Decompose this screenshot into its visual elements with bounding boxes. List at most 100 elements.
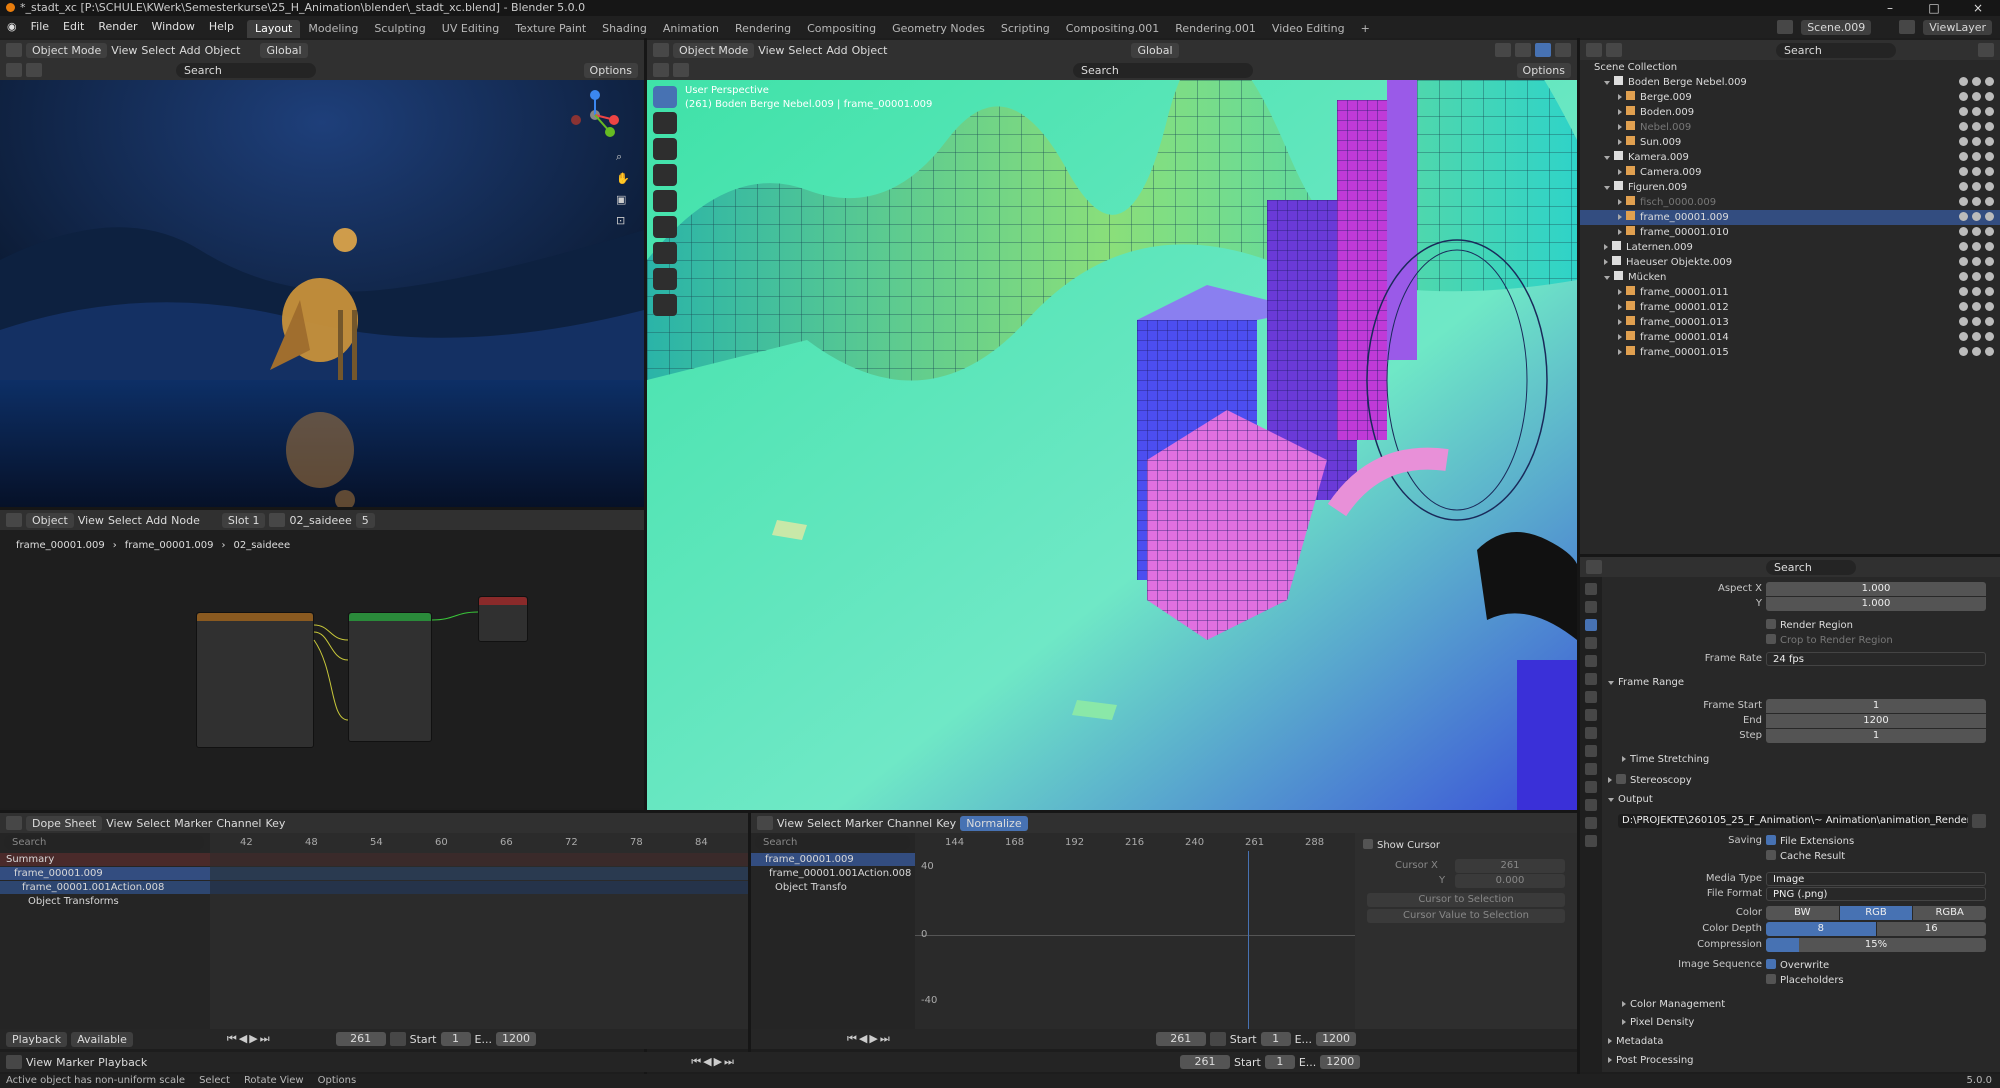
select-icon[interactable] bbox=[1959, 77, 1968, 86]
camera-icon[interactable] bbox=[1985, 122, 1994, 131]
node-canvas[interactable]: frame_00001.009 › frame_00001.009 › 02_sai… bbox=[0, 530, 644, 808]
outliner-row[interactable]: Kamera.009 bbox=[1580, 150, 2000, 165]
cache-result-checkbox[interactable]: Cache Result bbox=[1766, 850, 1845, 862]
timeline-start-field[interactable]: 1 bbox=[1264, 1055, 1295, 1069]
editor-type-icon[interactable] bbox=[1586, 560, 1602, 574]
ds-menu-channel[interactable]: Channel bbox=[216, 817, 261, 830]
xray-icon[interactable] bbox=[1515, 43, 1531, 57]
timeline-frame-field[interactable]: 261 bbox=[1179, 1055, 1230, 1069]
node-menu-select[interactable]: Select bbox=[108, 514, 142, 527]
color-rgb-button[interactable]: RGB bbox=[1839, 906, 1913, 920]
output-tab-icon[interactable] bbox=[1585, 619, 1597, 631]
workspace-tab[interactable]: Texture Paint bbox=[507, 20, 594, 38]
disclosure-icon[interactable] bbox=[1618, 214, 1622, 220]
disclosure-icon[interactable] bbox=[1604, 81, 1610, 85]
world-tab-icon[interactable] bbox=[1585, 673, 1597, 685]
frame-range-panel[interactable]: Frame Range bbox=[1608, 677, 1684, 688]
view-layer-tab-icon[interactable] bbox=[1585, 637, 1597, 649]
outliner-row[interactable]: frame_00001.009 bbox=[1580, 210, 2000, 225]
outliner-row[interactable]: Mücken bbox=[1580, 270, 2000, 285]
shading-solid-icon[interactable] bbox=[1535, 43, 1551, 57]
main-options-button[interactable]: Options bbox=[1516, 62, 1571, 78]
move-tool-icon[interactable] bbox=[653, 138, 677, 160]
disclosure-icon[interactable] bbox=[1618, 169, 1622, 175]
maximize-icon[interactable]: □ bbox=[1912, 0, 1956, 16]
particles-tab-icon[interactable] bbox=[1585, 745, 1597, 757]
ds-menu-select[interactable]: Select bbox=[136, 817, 170, 830]
menu-edit[interactable]: Edit bbox=[56, 16, 91, 38]
graph-action-channel[interactable]: frame_00001.001Action.008 bbox=[751, 867, 915, 880]
close-icon[interactable]: × bbox=[1956, 0, 2000, 16]
graph-menu-select[interactable]: Select bbox=[807, 817, 841, 830]
menu-help[interactable]: Help bbox=[202, 16, 241, 38]
workspace-tab[interactable]: Rendering bbox=[727, 20, 799, 38]
cursor-x-field[interactable]: 261 bbox=[1455, 859, 1565, 873]
main-search-input[interactable]: Search bbox=[1073, 62, 1253, 78]
lock-icon[interactable]: ⊡ bbox=[616, 214, 630, 227]
tl-menu-view[interactable]: View bbox=[26, 1056, 52, 1069]
main-orientation-dropdown[interactable]: Global bbox=[1131, 42, 1179, 58]
output-path-field[interactable]: D:\PROJEKTE\260105_25_F_Animation\~ Anim… bbox=[1618, 814, 1968, 828]
disclosure-icon[interactable] bbox=[1604, 156, 1610, 160]
editor-type-icon[interactable] bbox=[6, 513, 22, 527]
eye-icon[interactable] bbox=[1972, 137, 1981, 146]
disclosure-icon[interactable] bbox=[1604, 259, 1608, 265]
scene-name[interactable]: Scene.009 bbox=[1801, 19, 1872, 35]
eye-icon[interactable] bbox=[1972, 92, 1981, 101]
add-cube-tool-icon[interactable] bbox=[653, 294, 677, 316]
main-menu-select[interactable]: Select bbox=[788, 44, 822, 57]
eye-icon[interactable] bbox=[1972, 152, 1981, 161]
left-menu-object[interactable]: Object bbox=[205, 44, 241, 57]
camera-icon[interactable] bbox=[1985, 272, 1994, 281]
graph-search-input[interactable]: Search bbox=[755, 835, 910, 850]
select-icon[interactable] bbox=[1959, 347, 1968, 356]
workspace-tab[interactable]: Video Editing bbox=[1264, 20, 1353, 38]
select-icon[interactable] bbox=[1959, 242, 1968, 251]
playback-menu[interactable]: Playback bbox=[6, 1031, 68, 1047]
frame-step-field[interactable]: 1 bbox=[1766, 729, 1986, 743]
playback-controls-icon[interactable]: ⏮◀▶⏭ bbox=[847, 1032, 892, 1046]
camera-icon[interactable] bbox=[1985, 197, 1994, 206]
stereoscopy-panel[interactable]: Stereoscopy bbox=[1608, 774, 1692, 786]
camera-icon[interactable] bbox=[1985, 287, 1994, 296]
ds-menu-marker[interactable]: Marker bbox=[174, 817, 212, 830]
material-icon[interactable] bbox=[269, 513, 286, 527]
metadata-panel[interactable]: Metadata bbox=[1608, 1036, 1663, 1047]
playback-controls-icon[interactable]: ⏮◀▶⏭ bbox=[691, 1055, 736, 1069]
action-channel[interactable]: frame_00001.001Action.008 bbox=[0, 881, 210, 894]
file-format-dropdown[interactable]: PNG (.png) bbox=[1766, 887, 1986, 901]
scene-collection-row[interactable]: Scene Collection bbox=[1580, 60, 2000, 75]
minimize-icon[interactable]: – bbox=[1868, 0, 1912, 16]
ds-menu-view[interactable]: View bbox=[106, 817, 132, 830]
left-menu-add[interactable]: Add bbox=[179, 44, 200, 57]
camera-icon[interactable] bbox=[1985, 347, 1994, 356]
menu-render[interactable]: Render bbox=[91, 16, 144, 38]
outliner-row[interactable]: fisch_0000.009 bbox=[1580, 195, 2000, 210]
cursor-value-to-selection-button[interactable]: Cursor Value to Selection bbox=[1367, 909, 1565, 923]
eye-icon[interactable] bbox=[1972, 317, 1981, 326]
timeline-end-field[interactable]: 1200 bbox=[1320, 1055, 1361, 1069]
stopwatch-icon[interactable] bbox=[1209, 1032, 1226, 1046]
camera-icon[interactable] bbox=[1985, 182, 1994, 191]
zoom-icon[interactable]: ⌕ bbox=[616, 150, 630, 164]
aspect-y-field[interactable]: 1.000 bbox=[1766, 597, 1986, 611]
workspace-tab[interactable]: Sculpting bbox=[366, 20, 433, 38]
render-region-checkbox[interactable]: Render Region bbox=[1766, 619, 1853, 631]
camera-view-icon[interactable]: ▣ bbox=[616, 193, 630, 206]
view-layer-name[interactable]: ViewLayer bbox=[1923, 19, 1992, 35]
media-type-dropdown[interactable]: Image bbox=[1766, 872, 1986, 886]
ds-menu-key[interactable]: Key bbox=[266, 817, 286, 830]
disclosure-icon[interactable] bbox=[1604, 244, 1608, 250]
graph-transform-channel[interactable]: Object Transfo bbox=[751, 881, 915, 894]
camera-icon[interactable] bbox=[1985, 332, 1994, 341]
outliner-search-input[interactable]: Search bbox=[1776, 42, 1896, 58]
shading-material-icon[interactable] bbox=[1555, 43, 1571, 57]
transforms-channel[interactable]: Object Transforms bbox=[0, 895, 210, 908]
select-icon[interactable] bbox=[1959, 122, 1968, 131]
main-menu-add[interactable]: Add bbox=[826, 44, 847, 57]
material-users[interactable]: 5 bbox=[355, 512, 375, 528]
crop-region-checkbox[interactable]: Crop to Render Region bbox=[1766, 634, 1893, 646]
node-menu-add[interactable]: Add bbox=[146, 514, 167, 527]
workspace-tab[interactable]: Animation bbox=[655, 20, 727, 38]
material-tab-icon[interactable] bbox=[1585, 817, 1597, 829]
